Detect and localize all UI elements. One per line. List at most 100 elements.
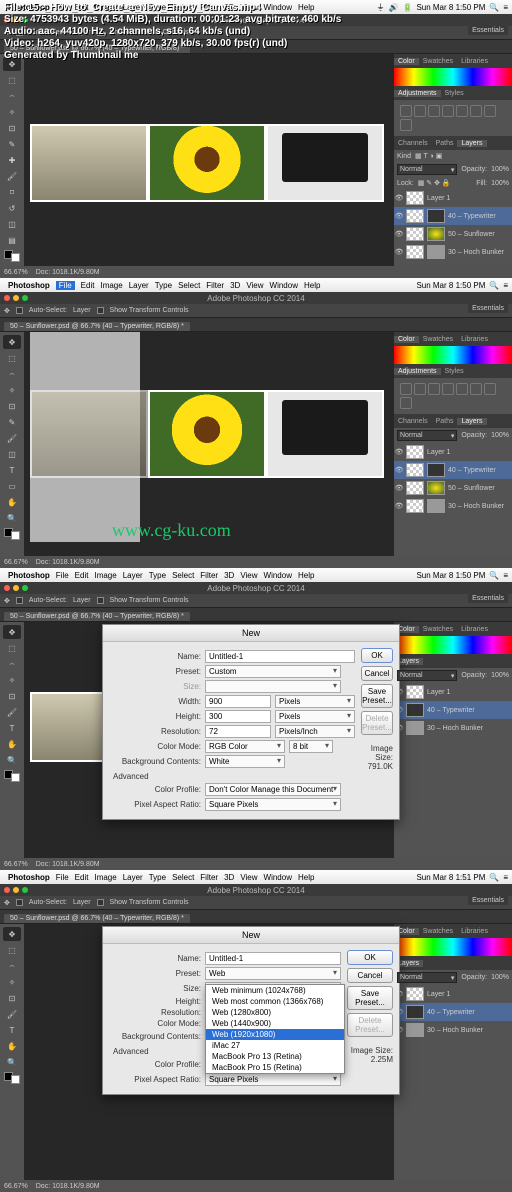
- menu-file[interactable]: File: [56, 873, 69, 882]
- blend-mode-select[interactable]: Normal: [397, 164, 457, 175]
- tab-libraries[interactable]: Libraries: [457, 626, 492, 633]
- color-mode-select[interactable]: RGB Color: [205, 740, 285, 753]
- size-option[interactable]: iMac 27: [206, 1040, 344, 1051]
- menu-extra-icon[interactable]: ≡: [503, 3, 508, 12]
- lasso-tool-icon[interactable]: ⌢: [3, 657, 21, 671]
- zoom-tool-icon[interactable]: 🔍: [3, 753, 21, 767]
- menu-image[interactable]: Image: [94, 571, 116, 580]
- blend-mode-select[interactable]: Normal: [397, 972, 457, 983]
- document-tab[interactable]: 50 – Sunflower.psd @ 66.7% (40 – Typewri…: [4, 914, 190, 923]
- auto-select-checkbox[interactable]: [16, 307, 23, 314]
- clock[interactable]: Sun Mar 8 1:50 PM: [416, 571, 485, 580]
- mac-menubar[interactable]: Photoshop FileEditImageLayerTypeSelectFi…: [0, 870, 512, 884]
- tab-swatches[interactable]: Swatches: [419, 928, 457, 935]
- color-swatch[interactable]: [4, 1072, 20, 1084]
- menu-edit[interactable]: Edit: [75, 571, 89, 580]
- tool-palette[interactable]: ✥⬚⌢✧⊡🖌T✋🔍: [0, 924, 24, 1180]
- show-transform-checkbox[interactable]: [97, 899, 104, 906]
- workspace-switcher[interactable]: Essentials: [468, 896, 508, 905]
- move-tool-icon[interactable]: ✥: [3, 927, 21, 941]
- doc-size[interactable]: Doc: 1018.1K/9.80M: [36, 1183, 100, 1190]
- cancel-button[interactable]: Cancel: [347, 968, 393, 983]
- show-transform-checkbox[interactable]: [97, 307, 104, 314]
- color-ramp[interactable]: [394, 636, 512, 654]
- tool-palette[interactable]: ✥⬚⌢✧⊡🖌T✋🔍: [0, 622, 24, 858]
- layer-row[interactable]: 👁30 – Hoch Bunker: [394, 243, 512, 261]
- menu-type[interactable]: Type: [155, 281, 172, 290]
- zoom-value[interactable]: 66.67%: [4, 1183, 28, 1190]
- menu-app[interactable]: Photoshop: [8, 571, 50, 580]
- color-ramp[interactable]: [394, 938, 512, 956]
- type-tool-icon[interactable]: T: [3, 721, 21, 735]
- eyedropper-tool-icon[interactable]: ✎: [3, 415, 21, 429]
- shape-tool-icon[interactable]: ▭: [3, 479, 21, 493]
- size-dropdown-list[interactable]: Web minimum (1024x768)Web most common (1…: [205, 984, 345, 1074]
- menu-image[interactable]: Image: [100, 281, 122, 290]
- height-unit-select[interactable]: Pixels: [275, 710, 355, 723]
- move-tool-icon[interactable]: ✥: [3, 335, 21, 349]
- layer-filter-row[interactable]: Kind▦ T ◑ ▣: [394, 150, 512, 162]
- tab-libraries[interactable]: Libraries: [457, 58, 492, 65]
- adjustments-presets[interactable]: [398, 381, 508, 411]
- menu-view[interactable]: View: [240, 873, 257, 882]
- layer-image-typewriter[interactable]: [266, 390, 384, 478]
- width-unit-select[interactable]: Pixels: [275, 695, 355, 708]
- visibility-icon[interactable]: 👁: [395, 448, 403, 456]
- tab-swatches[interactable]: Swatches: [419, 336, 457, 343]
- tab-color[interactable]: Color: [394, 58, 419, 65]
- spotlight-icon[interactable]: 🔍: [489, 873, 499, 882]
- new-document-dialog[interactable]: New Name:Untitled-1 Preset:Custom Size: …: [102, 624, 400, 820]
- tab-libraries[interactable]: Libraries: [457, 928, 492, 935]
- color-swatch[interactable]: [4, 250, 20, 262]
- lock-icons[interactable]: ▦ ✎ ✥ 🔒: [418, 179, 451, 187]
- pixel-aspect-select[interactable]: Square Pixels: [205, 1073, 341, 1086]
- tab-swatches[interactable]: Swatches: [419, 626, 457, 633]
- workspace-switcher[interactable]: Essentials: [468, 26, 508, 35]
- layer-image-sunflower[interactable]: [148, 390, 266, 478]
- marquee-tool-icon[interactable]: ⬚: [3, 73, 21, 87]
- hand-tool-icon[interactable]: ✋: [3, 1039, 21, 1053]
- menu-edit[interactable]: Edit: [75, 873, 89, 882]
- menu-select[interactable]: Select: [172, 873, 194, 882]
- save-preset-button[interactable]: Save Preset...: [361, 684, 393, 708]
- hand-tool-icon[interactable]: ✋: [3, 495, 21, 509]
- menu-select[interactable]: Select: [172, 571, 194, 580]
- menu-help[interactable]: Help: [304, 281, 320, 290]
- layer-row[interactable]: 👁Layer 1: [394, 683, 512, 701]
- size-option[interactable]: MacBook Pro 15 (Retina): [206, 1062, 344, 1073]
- size-option[interactable]: Web minimum (1024x768): [206, 985, 344, 996]
- height-input[interactable]: 300: [205, 710, 271, 723]
- layer-row[interactable]: 👁50 – Sunflower: [394, 225, 512, 243]
- color-panel-tabs[interactable]: Color Swatches Libraries: [394, 54, 512, 68]
- zoom-tool-icon[interactable]: 🔍: [3, 511, 21, 525]
- bg-contents-select[interactable]: White: [205, 755, 285, 768]
- color-ramp[interactable]: [394, 346, 512, 364]
- gradient-tool-icon[interactable]: ▤: [3, 233, 21, 247]
- tab-adjustments[interactable]: Adjustments: [394, 90, 441, 97]
- type-tool-icon[interactable]: T: [3, 463, 21, 477]
- tab-layers[interactable]: Layers: [457, 418, 486, 425]
- doc-size[interactable]: Doc: 1018.1K/9.80M: [36, 559, 100, 566]
- size-option[interactable]: Web most common (1366x768): [206, 996, 344, 1007]
- tab-adjustments[interactable]: Adjustments: [394, 368, 441, 375]
- menu-file[interactable]: File: [56, 281, 75, 290]
- auto-select-checkbox[interactable]: [16, 899, 23, 906]
- layer-name[interactable]: 40 – Typewriter: [448, 213, 496, 220]
- heal-tool-icon[interactable]: ✚: [3, 153, 21, 167]
- blend-mode-select[interactable]: Normal: [397, 670, 457, 681]
- menu-layer[interactable]: Layer: [129, 281, 149, 290]
- visibility-icon[interactable]: 👁: [395, 194, 403, 202]
- visibility-icon[interactable]: 👁: [395, 248, 403, 256]
- fill-value[interactable]: 100%: [491, 180, 509, 187]
- canvas-area[interactable]: www.cg-ku.com: [24, 332, 394, 556]
- menu-window[interactable]: Window: [270, 281, 298, 290]
- tab-libraries[interactable]: Libraries: [457, 336, 492, 343]
- move-tool-icon[interactable]: ✥: [3, 625, 21, 639]
- marquee-tool-icon[interactable]: ⬚: [3, 641, 21, 655]
- new-document-dialog[interactable]: New Name:Untitled-1 Preset:Web Size: Hei…: [102, 926, 400, 1095]
- layer-name[interactable]: Layer 1: [427, 689, 450, 696]
- resolution-input[interactable]: 72: [205, 725, 271, 738]
- wand-tool-icon[interactable]: ✧: [3, 383, 21, 397]
- stamp-tool-icon[interactable]: ⌑: [3, 185, 21, 199]
- doc-size[interactable]: Doc: 1018.1K/9.80M: [36, 861, 100, 868]
